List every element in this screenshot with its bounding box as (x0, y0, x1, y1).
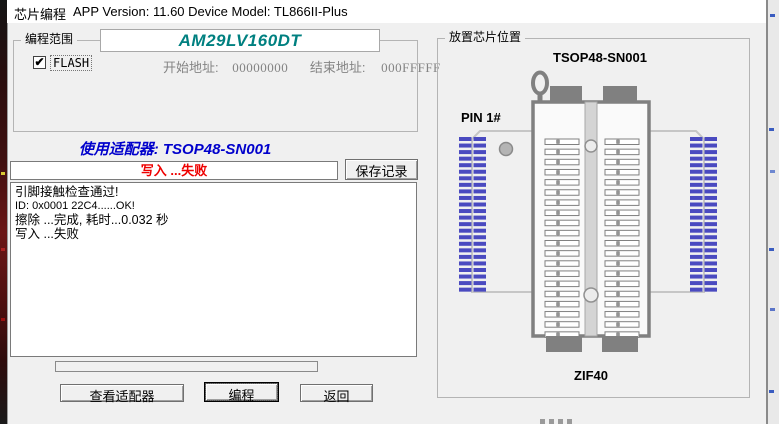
start-address-value: 00000000 (232, 60, 288, 75)
socket-foot-right (602, 336, 638, 352)
app-version-text: APP Version: 11.60 Device Model: TL866II… (73, 4, 348, 19)
background-window-right-strip (768, 0, 779, 424)
background-window-left-strip (0, 0, 7, 424)
adapter-in-use-text: 使用适配器: TSOP48-SN001 (10, 138, 340, 159)
range-groupbox (13, 40, 418, 132)
start-address-label: 开始地址: (163, 60, 219, 75)
pin1-marker-dot (500, 143, 513, 156)
chip-name-banner: AM29LV160DT (100, 29, 380, 52)
socket-foot-left (546, 336, 582, 352)
address-range-line: 开始地址: 00000000 结束地址: 000FFFFF (163, 57, 441, 76)
log-line: ID: 0x0001 22C4......OK! (15, 200, 412, 213)
flash-checkbox[interactable]: ✔ (33, 56, 46, 69)
chip-name-text: AM29LV160DT (179, 31, 302, 50)
program-button-frame: 编程 (204, 382, 279, 402)
socket-lever-icon (533, 73, 547, 94)
end-address-label: 结束地址: (310, 60, 366, 75)
operation-status-box: 写入 ...失败 (10, 161, 338, 180)
save-log-button[interactable]: 保存记录 (345, 159, 418, 180)
checkmark-icon: ✔ (34, 55, 44, 69)
view-adapter-button[interactable]: 查看适配器 (60, 384, 184, 402)
zif-socket-graphic (437, 38, 750, 398)
log-line: 擦除 ...完成, 耗时...0.032 秒 (15, 213, 412, 228)
log-textarea[interactable]: 引脚接触检查通过! ID: 0x0001 22C4......OK! 擦除 ..… (10, 182, 417, 357)
program-button[interactable]: 编程 (205, 383, 278, 401)
progress-bar (55, 361, 318, 372)
dialog-title: 芯片编程 (14, 4, 66, 23)
rail-screw-mid (584, 288, 598, 302)
back-button[interactable]: 返回 (300, 384, 373, 402)
operation-status-text: 写入 ...失败 (141, 163, 207, 178)
clipped-background-text (540, 419, 576, 424)
log-line: 引脚接触检查通过! (15, 185, 412, 200)
dialog-titlebar: 芯片编程 APP Version: 11.60 Device Model: TL… (7, 0, 766, 23)
end-address-value: 000FFFFF (381, 60, 441, 75)
range-group-label: 编程范围 (21, 33, 77, 46)
log-line: 写入 ...失败 (15, 227, 412, 242)
rail-screw-top (585, 140, 597, 152)
flash-checkbox-label[interactable]: FLASH (50, 55, 92, 71)
